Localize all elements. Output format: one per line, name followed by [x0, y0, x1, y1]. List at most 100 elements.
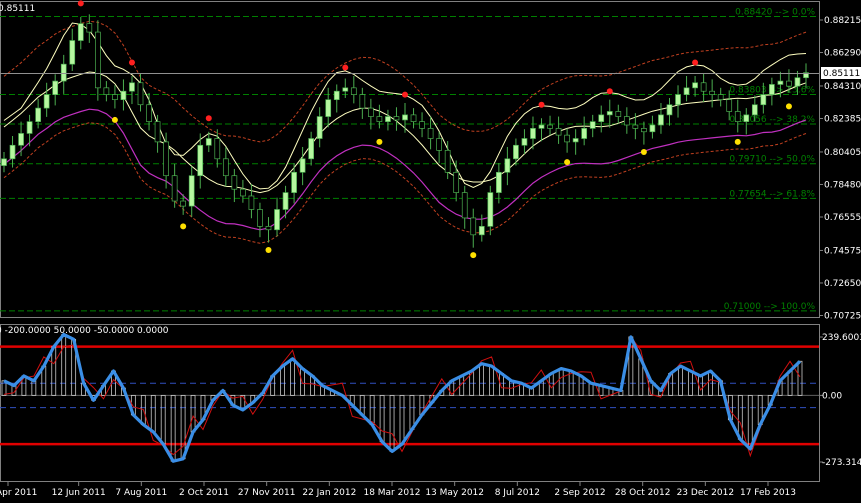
time-tick-label: 13 May 2012	[425, 488, 484, 498]
candle-body	[402, 114, 408, 121]
candle-body	[291, 171, 297, 193]
candle-body	[385, 116, 391, 122]
candle-body	[726, 99, 733, 112]
candle-body	[769, 84, 775, 95]
candle-body	[717, 94, 724, 101]
price-tick-label: 0.74575	[824, 246, 861, 256]
candle-body	[376, 116, 383, 122]
candle-body	[222, 158, 229, 177]
time-tick-label: 17 Feb 2013	[740, 488, 796, 498]
candle-body	[555, 128, 562, 136]
price-tick-label: 0.80405	[824, 148, 861, 158]
fractal-up-dot	[205, 115, 212, 122]
candle-body	[95, 31, 101, 89]
fractal-up-dot	[342, 64, 349, 71]
osc-tick-label: -273.3140	[822, 458, 861, 468]
candle-body	[675, 94, 681, 106]
price-tick-label: 0.82385	[824, 115, 861, 125]
candle-body	[709, 90, 715, 95]
candle-body	[52, 80, 59, 95]
candle-body	[453, 171, 460, 193]
candle-body	[265, 226, 272, 231]
fractal-down-dot	[470, 252, 477, 259]
candle-body	[478, 226, 485, 236]
time-tick-label: 12 Jun 2011	[52, 488, 106, 498]
time-tick-label: 23 Dec 2012	[677, 488, 735, 498]
candle-body	[615, 111, 622, 117]
fractal-down-dot	[564, 159, 571, 166]
candle-body	[257, 209, 263, 227]
candle-body	[683, 87, 690, 95]
candle-body	[444, 149, 451, 173]
osc-tick-label: 239.6003	[822, 333, 861, 343]
fractal-down-dot	[265, 247, 272, 254]
candle-body	[214, 138, 221, 160]
time-tick-label: Apr 2011	[0, 488, 37, 498]
fib-label: 0.88420 --> 0.0%	[735, 8, 815, 18]
candle-body	[410, 114, 417, 122]
candle-body	[231, 175, 238, 190]
candle-body	[666, 104, 673, 116]
candle-body	[734, 111, 741, 122]
candle-body	[743, 114, 750, 122]
candle-body	[623, 116, 630, 126]
chart-svg: 0.88420 --> 0.0%0.83803 --> 23.6%0.82056…	[0, 0, 861, 503]
candle-body	[120, 90, 127, 101]
current-price-value: 0.85111	[823, 69, 860, 79]
candle-body	[248, 195, 255, 210]
candle-body	[521, 138, 528, 146]
candle-body	[436, 138, 442, 151]
candle-body	[342, 87, 349, 92]
candle-body	[69, 40, 76, 65]
fib-label: 0.77654 --> 61.8%	[729, 189, 815, 199]
candle-body	[427, 128, 434, 139]
candle-body	[598, 114, 605, 122]
candle-body	[171, 175, 178, 202]
fractal-up-dot	[128, 59, 135, 66]
fractal-down-dot	[734, 138, 741, 145]
candle-body	[777, 80, 784, 85]
candle-body	[760, 94, 767, 106]
candle-body	[26, 121, 33, 134]
candle-body	[129, 82, 135, 92]
candle-body	[538, 124, 545, 129]
candle-body	[641, 128, 647, 133]
candle-body	[504, 158, 511, 173]
candle-body	[751, 104, 758, 116]
candle-body	[393, 116, 400, 121]
time-tick-label: 2 Oct 2011	[179, 488, 229, 498]
price-tick-label: 0.78480	[824, 180, 861, 190]
candle-body	[461, 192, 468, 219]
time-tick-label: 27 Nov 2011	[238, 488, 296, 498]
fib-label: 0.79710 --> 50.0%	[729, 155, 815, 165]
price-tick-label: 0.88215	[824, 16, 861, 26]
candle-body	[632, 124, 639, 129]
fractal-down-dot	[111, 116, 118, 123]
fib-label: 0.71000 --> 100.0%	[724, 302, 816, 312]
candle-body	[137, 82, 144, 106]
price-tick-label: 0.76555	[824, 213, 861, 223]
price-tick-label: 0.84310	[824, 82, 861, 92]
candle-body	[368, 107, 374, 117]
candle-body	[9, 144, 16, 160]
candle-body	[496, 171, 502, 193]
candle-body	[316, 116, 323, 139]
candle-body	[240, 188, 246, 197]
candle-body	[35, 107, 41, 122]
candle-body	[103, 87, 110, 95]
candle-body	[77, 23, 84, 41]
candle-body	[1, 158, 7, 166]
candle-body	[180, 200, 187, 207]
candle-body	[547, 124, 553, 129]
fractal-down-dot	[785, 103, 792, 110]
candle-body	[18, 133, 24, 146]
candle-body	[163, 141, 169, 177]
candle-body	[658, 114, 664, 126]
fractal-down-dot	[376, 138, 383, 145]
candle-body	[112, 94, 118, 101]
candle-body	[86, 23, 93, 33]
candle-body	[146, 104, 152, 122]
candle-body	[274, 209, 280, 231]
fractal-down-dot	[640, 149, 647, 156]
candle-body	[308, 138, 314, 160]
